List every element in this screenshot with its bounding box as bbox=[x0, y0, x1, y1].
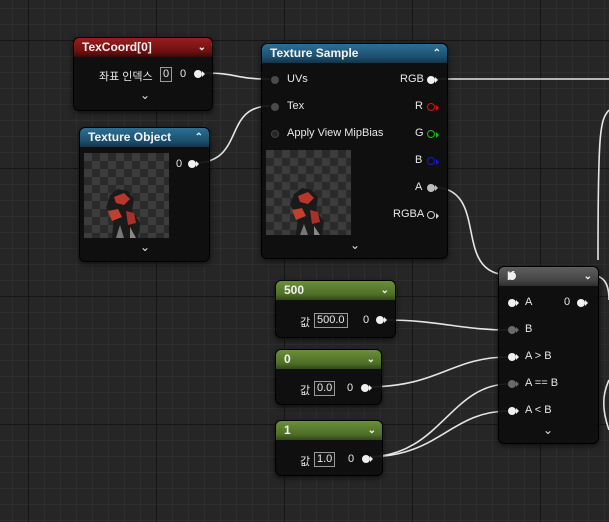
robot-thumbnail-icon bbox=[290, 188, 324, 235]
constant-1-node-header[interactable]: 1 ⌄ bbox=[276, 421, 382, 440]
texture-object-node-header[interactable]: Texture Object ⌃ bbox=[80, 128, 209, 147]
constant-500-output-pin[interactable] bbox=[376, 316, 387, 324]
wire-1-to-if-altb bbox=[366, 410, 510, 458]
rgba-output-pin[interactable] bbox=[427, 211, 439, 219]
constant-0-output-pin[interactable] bbox=[361, 384, 372, 392]
texture-object-node-title: Texture Object bbox=[88, 130, 172, 144]
if-a-input-pin[interactable] bbox=[508, 272, 516, 280]
constant-500-node-header[interactable]: 500 ⌄ bbox=[276, 281, 395, 300]
if-output-label: 0 bbox=[564, 296, 571, 308]
tex-input-pin[interactable] bbox=[271, 103, 279, 111]
collapse-chevron-icon[interactable]: ⌄ bbox=[584, 267, 592, 286]
if-altb-input-label: A < B bbox=[525, 404, 552, 416]
uvs-input-pin[interactable] bbox=[271, 76, 279, 84]
collapse-chevron-icon[interactable]: ⌄ bbox=[198, 38, 206, 57]
wire-texcoord-to-uvs bbox=[202, 72, 271, 80]
constant-500-node[interactable]: 500 ⌄ 값 500.0 0 bbox=[275, 280, 396, 338]
b-output-pin[interactable] bbox=[427, 157, 439, 165]
g-output-label: G bbox=[415, 127, 424, 139]
constant-0-node-title: 0 bbox=[284, 352, 291, 366]
mipbias-input-label: Apply View MipBias bbox=[287, 127, 384, 139]
rgb-output-pin[interactable] bbox=[427, 76, 438, 84]
expand-chevron-icon[interactable]: ⌄ bbox=[543, 423, 553, 437]
tex-input-label: Tex bbox=[287, 100, 305, 112]
r-output-label: R bbox=[415, 100, 423, 112]
expand-chevron-icon[interactable]: ⌄ bbox=[140, 240, 150, 254]
constant-1-node[interactable]: 1 ⌄ 값 1.0 0 bbox=[275, 420, 383, 476]
value-label: 값 bbox=[300, 385, 311, 397]
texcoord-node[interactable]: TexCoord[0] ⌄ 좌표 인덱스 0 0 ⌄ bbox=[73, 37, 213, 111]
a-output-pin[interactable] bbox=[427, 184, 438, 192]
if-aeqb-input-pin[interactable] bbox=[508, 380, 519, 388]
coordinate-index-label: 좌표 인덱스 bbox=[99, 71, 153, 83]
texture-object-preview bbox=[84, 153, 169, 238]
constant-500-node-title: 500 bbox=[284, 283, 305, 297]
wire-rgb-right bbox=[597, 109, 609, 261]
texcoord-node-header[interactable]: TexCoord[0] ⌄ bbox=[74, 38, 212, 57]
constant-0-output-label: 0 bbox=[347, 382, 354, 394]
wire-0-to-if-agtb bbox=[365, 356, 510, 388]
constant-1-output-pin[interactable] bbox=[362, 455, 373, 463]
value-input[interactable]: 1.0 bbox=[314, 452, 336, 467]
rgba-output-label: RGBA bbox=[393, 208, 425, 220]
texture-object-output-label: 0 bbox=[176, 158, 183, 170]
texture-sample-node-title: Texture Sample bbox=[270, 46, 359, 60]
if-altb-input-pin[interactable] bbox=[508, 407, 519, 415]
coordinate-index-input[interactable]: 0 bbox=[160, 67, 173, 82]
texcoord-output-label: 0 bbox=[180, 68, 187, 80]
wire-500-to-if-b bbox=[383, 319, 510, 331]
texture-sample-preview bbox=[266, 150, 351, 235]
b-output-label: B bbox=[415, 154, 423, 166]
wire-bottom-right bbox=[602, 379, 609, 431]
constant-0-node[interactable]: 0 ⌄ 값 0.0 0 bbox=[275, 349, 382, 405]
if-output-pin[interactable] bbox=[577, 299, 588, 307]
value-input[interactable]: 500.0 bbox=[314, 313, 348, 328]
value-label: 값 bbox=[300, 456, 311, 468]
g-output-pin[interactable] bbox=[427, 130, 439, 138]
collapse-chevron-icon[interactable]: ⌃ bbox=[195, 128, 203, 147]
if-agtb-input-label: A > B bbox=[525, 350, 552, 362]
mipbias-input-pin[interactable] bbox=[271, 130, 279, 138]
collapse-chevron-icon[interactable]: ⌄ bbox=[368, 421, 376, 440]
r-output-pin[interactable] bbox=[427, 103, 439, 111]
expand-chevron-icon[interactable]: ⌄ bbox=[140, 88, 150, 102]
a-output-label: A bbox=[415, 181, 423, 193]
if-node[interactable]: If ⌄ A B A > B A == B A < B 0 ⌄ bbox=[498, 266, 599, 444]
rgb-output-label: RGB bbox=[400, 73, 424, 85]
texture-sample-node[interactable]: Texture Sample ⌃ UVs Tex Apply View MipB… bbox=[261, 43, 448, 259]
collapse-chevron-icon[interactable]: ⌄ bbox=[367, 350, 375, 369]
if-agtb-input-pin[interactable] bbox=[508, 353, 519, 361]
uvs-input-label: UVs bbox=[287, 73, 308, 85]
texture-sample-node-header[interactable]: Texture Sample ⌃ bbox=[262, 44, 447, 63]
collapse-chevron-icon[interactable]: ⌃ bbox=[433, 44, 441, 63]
constant-1-node-title: 1 bbox=[284, 423, 291, 437]
texture-object-node[interactable]: Texture Object ⌃ 0 ⌄ bbox=[79, 127, 210, 262]
if-b-input-label: B bbox=[525, 323, 533, 335]
value-label: 값 bbox=[300, 317, 311, 329]
if-node-a-input-pin[interactable] bbox=[508, 299, 519, 307]
if-b-input-pin[interactable] bbox=[508, 326, 519, 334]
wire-1-to-if-aeqb bbox=[366, 383, 510, 458]
robot-thumbnail-icon bbox=[106, 189, 140, 238]
constant-1-output-label: 0 bbox=[348, 453, 355, 465]
if-a-input-label: A bbox=[525, 296, 533, 308]
texture-object-output-pin[interactable] bbox=[188, 160, 199, 168]
constant-500-output-label: 0 bbox=[363, 314, 370, 326]
expand-chevron-icon[interactable]: ⌄ bbox=[350, 238, 360, 252]
value-input[interactable]: 0.0 bbox=[314, 381, 336, 396]
texcoord-output-pin[interactable] bbox=[194, 70, 205, 78]
if-aeqb-input-label: A == B bbox=[525, 377, 559, 389]
constant-0-node-header[interactable]: 0 ⌄ bbox=[276, 350, 381, 369]
collapse-chevron-icon[interactable]: ⌄ bbox=[381, 281, 389, 300]
texcoord-node-title: TexCoord[0] bbox=[82, 40, 152, 54]
